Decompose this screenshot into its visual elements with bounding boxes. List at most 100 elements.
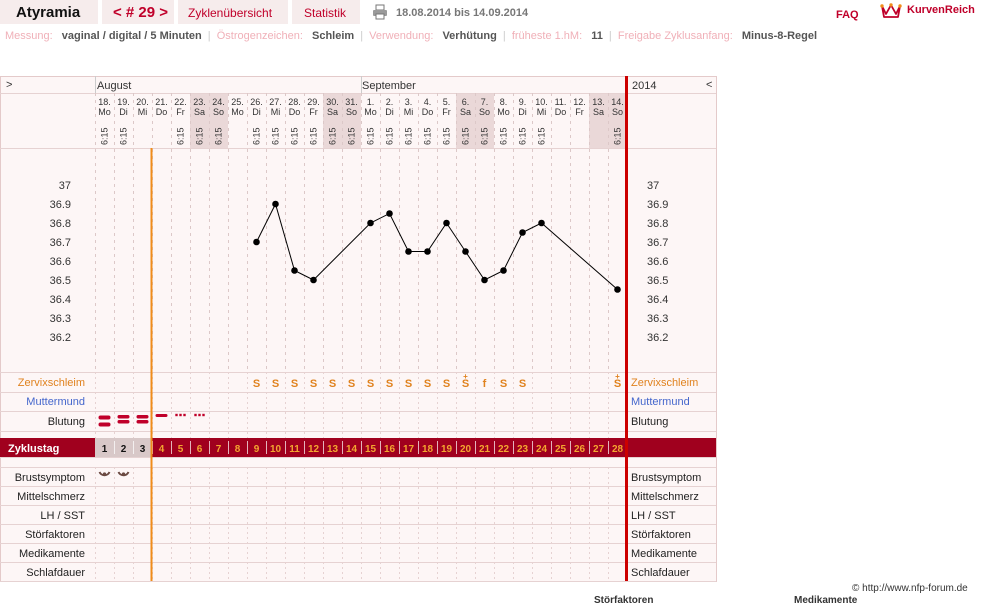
cycle-day-number: 24 (536, 444, 548, 455)
symptom-label: LH / SST (40, 510, 85, 522)
y-tick-label: 36.8 (647, 218, 668, 230)
muttermund-label-right: Muttermund (631, 396, 690, 408)
day-date: 27. (269, 97, 282, 107)
y-tick-label: 36.7 (647, 237, 668, 249)
month-label: August (97, 80, 131, 92)
measure-time: 6:15 (309, 127, 319, 145)
cervix-plus: + (615, 372, 620, 381)
cervix-mark: S (405, 378, 412, 390)
day-weekday: Fr (442, 107, 451, 117)
day-date: 10. (535, 97, 548, 107)
bleeding-spotting-mark (198, 413, 201, 417)
cycle-day-number: 2 (121, 444, 127, 455)
measure-time: 6:15 (347, 127, 357, 145)
cycle-day-number: 1 (102, 444, 108, 455)
y-tick-label: 36.4 (50, 294, 71, 306)
day-date: 7. (481, 97, 489, 107)
day-date: 20. (136, 97, 149, 107)
day-weekday: So (479, 107, 490, 117)
cycle-day-number: 26 (574, 444, 586, 455)
bleeding-medium-mark (136, 415, 149, 419)
temperature-point (538, 219, 545, 227)
bleeding-spotting-mark (175, 413, 178, 417)
year-label: 2014 (632, 80, 656, 92)
measure-time: 6:15 (404, 127, 414, 145)
month-label: September (362, 80, 416, 92)
cycle-day-number: 16 (384, 444, 396, 455)
y-tick-label: 36.2 (647, 332, 668, 344)
cervix-mark: S (348, 378, 355, 390)
day-date: 14. (611, 97, 624, 107)
day-date: 6. (462, 97, 470, 107)
y-tick-label: 36.2 (50, 332, 71, 344)
bleeding-spotting-mark (183, 413, 186, 417)
bleeding-medium-mark (117, 415, 130, 419)
y-tick-label: 37 (647, 180, 659, 192)
measure-time: 6:15 (176, 127, 186, 145)
day-weekday: Mo (231, 107, 244, 117)
temperature-point (500, 267, 507, 274)
cycle-day-number: 5 (178, 444, 184, 455)
bleeding-heavy-mark (98, 415, 111, 420)
day-weekday: Sa (194, 107, 205, 117)
day-date: 9. (519, 97, 527, 107)
cervix-mark: S (253, 378, 260, 390)
day-weekday: Mo (364, 107, 377, 117)
cervix-mark: f (483, 378, 487, 390)
y-tick-label: 36.6 (50, 256, 71, 268)
temperature-point (367, 219, 374, 227)
day-weekday: So (213, 107, 224, 117)
bleeding-spotting-mark (202, 413, 205, 417)
y-tick-label: 37 (59, 180, 71, 192)
cycle-day-number: 18 (422, 444, 434, 455)
measure-time: 6:15 (290, 127, 300, 145)
temperature-point (519, 229, 526, 236)
symptom-label-right: Medikamente (631, 548, 697, 560)
measure-time: 6:15 (252, 127, 262, 145)
day-weekday: Sa (460, 107, 471, 117)
cycle-day-number: 11 (289, 444, 300, 455)
day-weekday: Mi (404, 107, 414, 117)
day-date: 8. (500, 97, 508, 107)
symptom-label: Schlafdauer (26, 567, 85, 579)
y-tick-label: 36.6 (647, 256, 668, 268)
bleeding-spotting-mark (179, 413, 182, 417)
day-weekday: Mi (138, 107, 148, 117)
measure-time: 6:15 (499, 127, 509, 145)
measure-time: 6:15 (613, 127, 623, 145)
symptom-label-right: Störfaktoren (631, 529, 691, 541)
day-date: 4. (424, 97, 432, 107)
breast-symptom-dot (121, 472, 126, 476)
temperature-point (481, 276, 488, 284)
cervix-mark: S (424, 378, 431, 390)
day-date: 19. (117, 97, 130, 107)
measure-time: 6:15 (271, 127, 281, 145)
day-date: 24. (212, 97, 225, 107)
day-weekday: Mi (271, 107, 281, 117)
y-tick-label: 36.4 (647, 294, 668, 306)
day-weekday: Mi (537, 107, 547, 117)
day-date: 18. (98, 97, 111, 107)
bleeding-spotting-mark (194, 413, 197, 417)
bleeding-heavy-mark (98, 422, 111, 427)
next-arrow: < (706, 79, 712, 91)
y-tick-label: 36.8 (50, 218, 71, 230)
day-weekday: Sa (327, 107, 338, 117)
day-date: 23. (193, 97, 206, 107)
temperature-point (462, 248, 469, 255)
day-date: 1. (367, 97, 375, 107)
symptom-label-right: Schlafdauer (631, 567, 690, 579)
copyright: © http://www.nfp-forum.de (852, 583, 968, 594)
day-weekday: Mo (497, 107, 510, 117)
measure-time: 6:15 (385, 127, 395, 145)
day-weekday: Do (156, 107, 168, 117)
y-tick-label: 36.9 (50, 199, 71, 211)
bleeding-label: Blutung (48, 416, 85, 428)
prev-arrow: > (6, 79, 12, 91)
symptom-label: Mittelschmerz (17, 491, 85, 503)
y-tick-label: 36.7 (50, 237, 71, 249)
day-date: 22. (174, 97, 187, 107)
bleeding-medium-mark (136, 420, 149, 424)
symptom-label: Störfaktoren (25, 529, 85, 541)
measure-time: 6:15 (328, 127, 338, 145)
